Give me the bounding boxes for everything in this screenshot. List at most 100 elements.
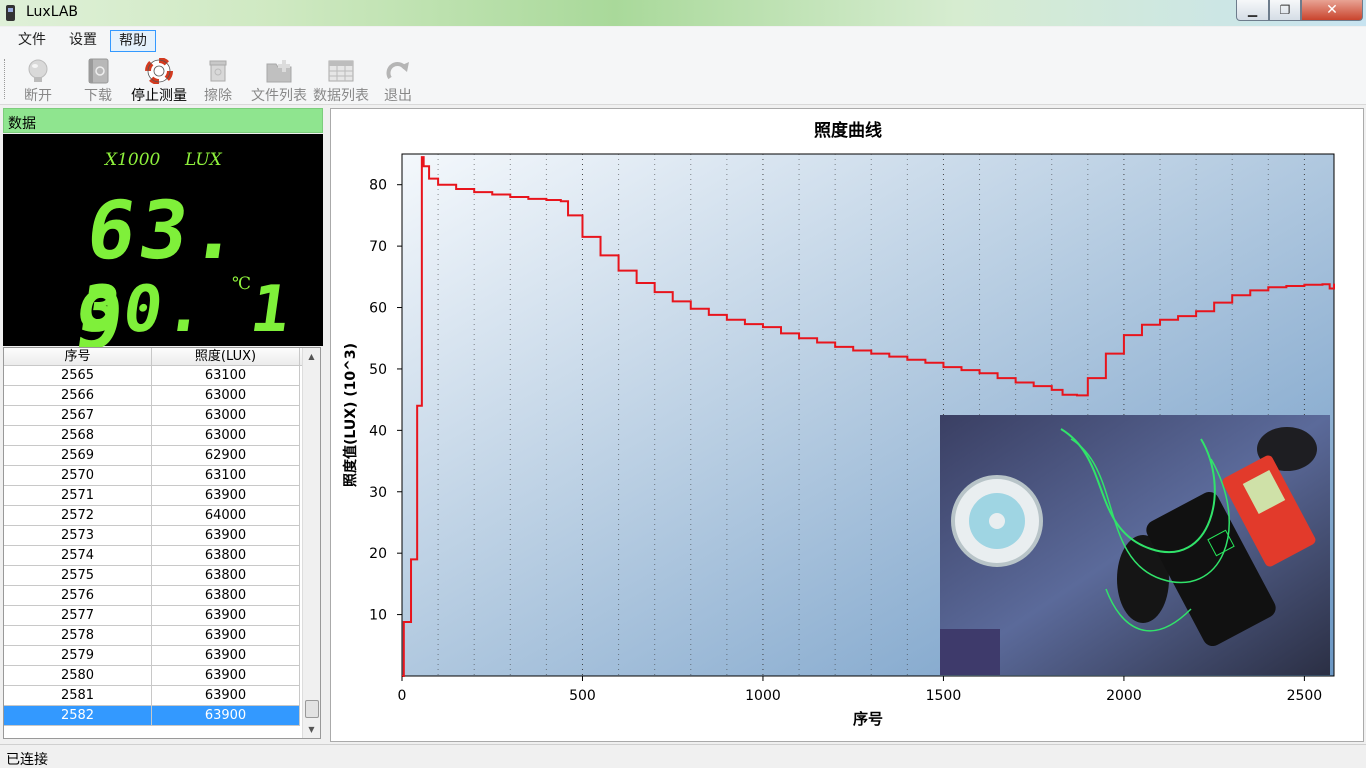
exit-button[interactable]: 退出 — [378, 55, 418, 105]
cell-lux: 62900 — [152, 446, 300, 466]
window-title: LuxLAB — [26, 4, 79, 20]
x-tick-label: 0 — [398, 688, 407, 704]
cell-seq: 2572 — [4, 506, 152, 526]
y-tick-label: 70 — [369, 239, 387, 255]
table-row[interactable]: 2575 63800 — [4, 566, 300, 586]
toolbar-grip[interactable] — [4, 59, 7, 99]
table-row[interactable]: 2582 63900 — [4, 706, 300, 726]
table-row[interactable]: 2577 63900 — [4, 606, 300, 626]
cell-lux: 63900 — [152, 686, 300, 706]
file-list-button[interactable]: 文件列表 — [248, 55, 310, 105]
stop-measure-label: 停止测量 — [131, 88, 187, 104]
cell-seq: 2570 — [4, 466, 152, 486]
table-scrollbar[interactable]: ▲ ▼ — [302, 348, 320, 738]
column-header-seq[interactable]: 序号 — [4, 348, 152, 366]
scroll-thumb[interactable] — [305, 700, 319, 718]
cell-lux: 64000 — [152, 506, 300, 526]
address-book-icon — [88, 58, 109, 84]
table-row[interactable]: 2566 63000 — [4, 386, 300, 406]
data-panel-title: 数据 — [8, 116, 36, 132]
cell-seq: 2571 — [4, 486, 152, 506]
table-row[interactable]: 2569 62900 — [4, 446, 300, 466]
cell-lux: 63900 — [152, 606, 300, 626]
cell-seq: 2568 — [4, 426, 152, 446]
file-list-label: 文件列表 — [251, 88, 307, 104]
trash-icon — [209, 60, 227, 82]
cell-seq: 2582 — [4, 706, 152, 726]
disconnect-button[interactable]: 断开 — [18, 55, 58, 105]
table-row[interactable]: 2565 63100 — [4, 366, 300, 386]
x-tick-label: 2500 — [1287, 688, 1323, 704]
data-table[interactable]: 序号 照度(LUX) 2565 63100 2566 63000 2567 63000 25… — [3, 347, 321, 739]
erase-button[interactable]: 擦除 — [198, 55, 238, 105]
y-tick-label: 40 — [369, 423, 387, 439]
cell-seq: 2577 — [4, 606, 152, 626]
table-row[interactable]: 2570 63100 — [4, 466, 300, 486]
y-tick-label: 60 — [369, 301, 387, 317]
minimize-icon: ▁ — [1247, 3, 1258, 17]
table-row[interactable]: 2581 63900 — [4, 686, 300, 706]
download-button[interactable]: 下载 — [78, 55, 118, 105]
lifebuoy-icon — [145, 58, 173, 84]
table-row[interactable]: 2573 63900 — [4, 526, 300, 546]
table-row[interactable]: 2568 63000 — [4, 426, 300, 446]
cell-seq: 2567 — [4, 406, 152, 426]
folder-add-icon — [266, 60, 292, 83]
table-row[interactable]: 2572 64000 — [4, 506, 300, 526]
x-axis-label: 序号 — [853, 710, 883, 728]
minimize-button[interactable]: ▁ — [1236, 0, 1269, 21]
table-row[interactable]: 2571 63900 — [4, 486, 300, 506]
cell-seq: 2566 — [4, 386, 152, 406]
cell-lux: 63000 — [152, 406, 300, 426]
scroll-down-icon[interactable]: ▼ — [303, 721, 320, 738]
cell-lux: 63000 — [152, 426, 300, 446]
cell-seq: 2580 — [4, 666, 152, 686]
lcd-unit: LUX — [185, 150, 222, 170]
toolbar: 断开 下载 停止测量 擦除 文件列表 数据列表 退出 — [0, 55, 1366, 105]
cell-seq: 2574 — [4, 546, 152, 566]
maximize-button[interactable]: ❐ — [1269, 0, 1301, 21]
cell-lux: 63900 — [152, 526, 300, 546]
close-button[interactable]: ✕ — [1301, 0, 1363, 21]
table-row[interactable]: 2579 63900 — [4, 646, 300, 666]
lcd-multiplier: X1000 — [105, 150, 161, 170]
table-row[interactable]: 2567 63000 — [4, 406, 300, 426]
menu-file[interactable]: 文件 — [10, 30, 54, 52]
y-axis-ticks: 10 20 30 40 50 60 70 80 — [369, 178, 402, 624]
cell-lux: 63800 — [152, 566, 300, 586]
data-list-label: 数据列表 — [313, 88, 369, 104]
cell-lux: 63800 — [152, 546, 300, 566]
lcd-display: X1000 LUX 63. 9 30. 1 ℃ — [3, 134, 323, 367]
menu-settings[interactable]: 设置 — [61, 30, 105, 52]
cell-seq: 2565 — [4, 366, 152, 386]
restore-icon: ❐ — [1279, 3, 1291, 17]
table-icon — [328, 60, 354, 82]
table-row[interactable]: 2580 63900 — [4, 666, 300, 686]
embedded-photo — [940, 415, 1330, 675]
x-tick-label: 1000 — [745, 688, 781, 704]
connection-status: 已连接 — [6, 752, 48, 768]
stop-measure-button[interactable]: 停止测量 — [128, 55, 190, 105]
column-header-lux[interactable]: 照度(LUX) — [152, 348, 300, 366]
table-row[interactable]: 2574 63800 — [4, 546, 300, 566]
cell-lux: 63900 — [152, 706, 300, 726]
scroll-up-icon[interactable]: ▲ — [303, 348, 320, 365]
cell-lux: 63100 — [152, 466, 300, 486]
data-panel-header: 数据 — [3, 108, 323, 133]
cell-lux: 63900 — [152, 486, 300, 506]
table-header: 序号 照度(LUX) — [4, 348, 304, 366]
app-icon — [6, 5, 15, 21]
title-bar: LuxLAB ▁ ❐ ✕ — [0, 0, 1366, 26]
cell-seq: 2575 — [4, 566, 152, 586]
menu-bar: 文件 设置 帮助 — [0, 27, 1366, 55]
data-list-button[interactable]: 数据列表 — [310, 55, 372, 105]
x-tick-label: 500 — [569, 688, 596, 704]
cell-lux: 63100 — [152, 366, 300, 386]
x-tick-label: 1500 — [926, 688, 962, 704]
table-row[interactable]: 2578 63900 — [4, 626, 300, 646]
table-row[interactable]: 2576 63800 — [4, 586, 300, 606]
bulb-icon — [28, 59, 48, 82]
menu-help[interactable]: 帮助 — [110, 30, 156, 52]
cell-lux: 63000 — [152, 386, 300, 406]
x-tick-label: 2000 — [1106, 688, 1142, 704]
